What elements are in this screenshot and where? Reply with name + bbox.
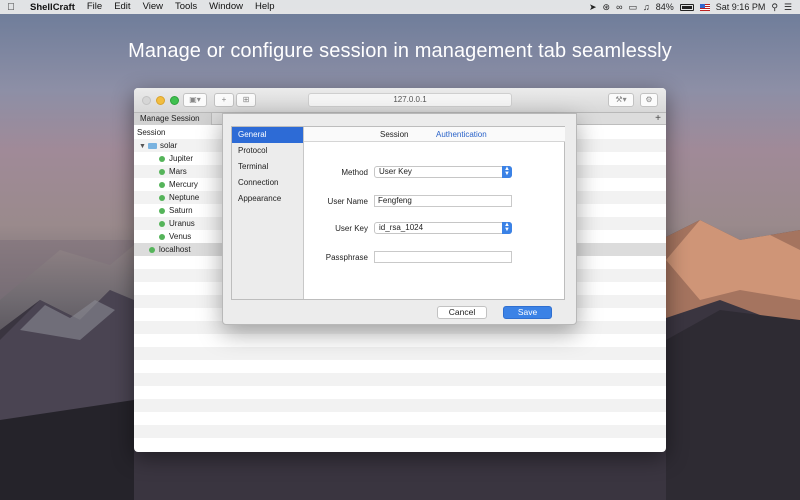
session-label: Saturn <box>169 206 193 215</box>
category-appearance[interactable]: Appearance <box>232 191 303 207</box>
status-dot-icon <box>149 246 155 253</box>
tab-manage-session[interactable]: Manage Session <box>134 113 212 125</box>
folder-label: solar <box>159 141 178 150</box>
method-select[interactable]: User Key ▲ ▼ <box>374 166 512 178</box>
list-filler <box>134 347 666 360</box>
method-value: User Key <box>379 167 412 176</box>
location-arrow-icon[interactable]: ➤ <box>589 2 597 13</box>
new-session-button[interactable]: + <box>214 93 234 107</box>
session-label: Neptune <box>169 193 200 202</box>
app-menu[interactable]: ShellCraft <box>22 2 81 13</box>
menu-file[interactable]: File <box>81 0 108 14</box>
session-label: Venus <box>169 232 192 241</box>
session-label: localhost <box>159 245 191 254</box>
tools-button[interactable]: ⚒▾ <box>608 93 634 107</box>
list-filler <box>134 399 666 412</box>
passphrase-field[interactable] <box>374 251 512 263</box>
list-filler <box>134 360 666 373</box>
bookmarks-button[interactable]: ▣▾ <box>183 93 207 107</box>
input-source-flag-icon[interactable] <box>699 3 710 11</box>
category-connection[interactable]: Connection <box>232 175 303 191</box>
address-bar[interactable]: 127.0.0.1 <box>308 93 512 107</box>
window-close-button[interactable] <box>142 96 151 105</box>
category-terminal[interactable]: Terminal <box>232 159 303 175</box>
list-filler <box>134 386 666 399</box>
notification-list-icon[interactable]: ☰ <box>784 2 792 13</box>
add-tab-button[interactable]: + <box>655 113 661 125</box>
list-filler <box>134 412 666 425</box>
sync-icon[interactable]: ∞ <box>616 2 622 12</box>
promo-headline: Manage or configure session in managemen… <box>128 40 672 62</box>
list-filler <box>134 334 666 347</box>
category-general[interactable]: General <box>232 127 303 143</box>
userkey-label: User Key <box>335 224 368 233</box>
disclosure-triangle-icon[interactable]: ▼ <box>139 143 146 150</box>
airplay-icon[interactable]: ▭ <box>629 2 638 13</box>
session-label: Mars <box>169 167 187 176</box>
status-dot-icon <box>159 220 165 227</box>
status-dot-icon <box>159 194 165 201</box>
folder-icon <box>147 142 157 149</box>
menu-edit[interactable]: Edit <box>108 0 136 14</box>
menu-bar:  ShellCraft File Edit View Tools Window… <box>0 0 800 14</box>
status-dot-icon <box>159 207 165 214</box>
apple-icon[interactable]:  <box>0 2 22 13</box>
cancel-button[interactable]: Cancel <box>437 306 487 319</box>
tab-authentication[interactable]: Authentication <box>436 127 487 142</box>
list-filler <box>134 438 666 451</box>
clock[interactable]: Sat 9:16 PM <box>716 2 766 12</box>
title-bar: ▣▾ + ⊞ 127.0.0.1 ⚒▾ ⚙ <box>134 88 666 113</box>
save-button[interactable]: Save <box>503 306 552 319</box>
menu-tools[interactable]: Tools <box>169 0 203 14</box>
settings-panel: General Protocol Terminal Connection App… <box>231 126 565 300</box>
username-field[interactable]: Fengfeng <box>374 195 512 207</box>
settings-tabs: Session Authentication <box>304 127 565 142</box>
menu-view[interactable]: View <box>137 0 169 14</box>
status-dot-icon <box>159 155 165 162</box>
session-label: Jupiter <box>169 154 194 163</box>
settings-gear-icon[interactable]: ⚙ <box>640 93 658 107</box>
passphrase-label: Passphrase <box>325 253 368 262</box>
menu-window[interactable]: Window <box>203 0 249 14</box>
userkey-select[interactable]: id_rsa_1024 ▲ ▼ <box>374 222 512 234</box>
username-label: User Name <box>327 197 368 206</box>
method-label: Method <box>341 168 368 177</box>
bluetooth-icon[interactable]: ⊛ <box>603 2 611 13</box>
window-zoom-button[interactable] <box>170 96 179 105</box>
list-filler <box>134 373 666 386</box>
menu-help[interactable]: Help <box>249 0 281 14</box>
session-label: Mercury <box>169 180 198 189</box>
category-protocol[interactable]: Protocol <box>232 143 303 159</box>
category-list: General Protocol Terminal Connection App… <box>232 127 304 299</box>
status-area: ➤ ⊛ ∞ ▭ ♫ 84% Sat 9:16 PM ⚲ ☰ <box>589 2 800 13</box>
session-settings-dialog: General Protocol Terminal Connection App… <box>222 113 577 325</box>
battery-icon[interactable] <box>679 3 694 11</box>
list-filler <box>134 425 666 438</box>
session-label: Uranus <box>169 219 195 228</box>
window-minimize-button[interactable] <box>156 96 165 105</box>
tab-session[interactable]: Session <box>380 127 408 142</box>
status-dot-icon <box>159 168 165 175</box>
battery-percent: 84% <box>655 2 674 12</box>
volume-icon[interactable]: ♫ <box>643 2 650 12</box>
userkey-value: id_rsa_1024 <box>379 223 424 232</box>
status-dot-icon <box>159 181 165 188</box>
split-view-button[interactable]: ⊞ <box>236 93 256 107</box>
select-stepper-icon: ▲ ▼ <box>502 222 512 234</box>
search-icon[interactable]: ⚲ <box>771 2 778 13</box>
status-dot-icon <box>159 233 165 240</box>
select-stepper-icon: ▲ ▼ <box>502 166 512 178</box>
